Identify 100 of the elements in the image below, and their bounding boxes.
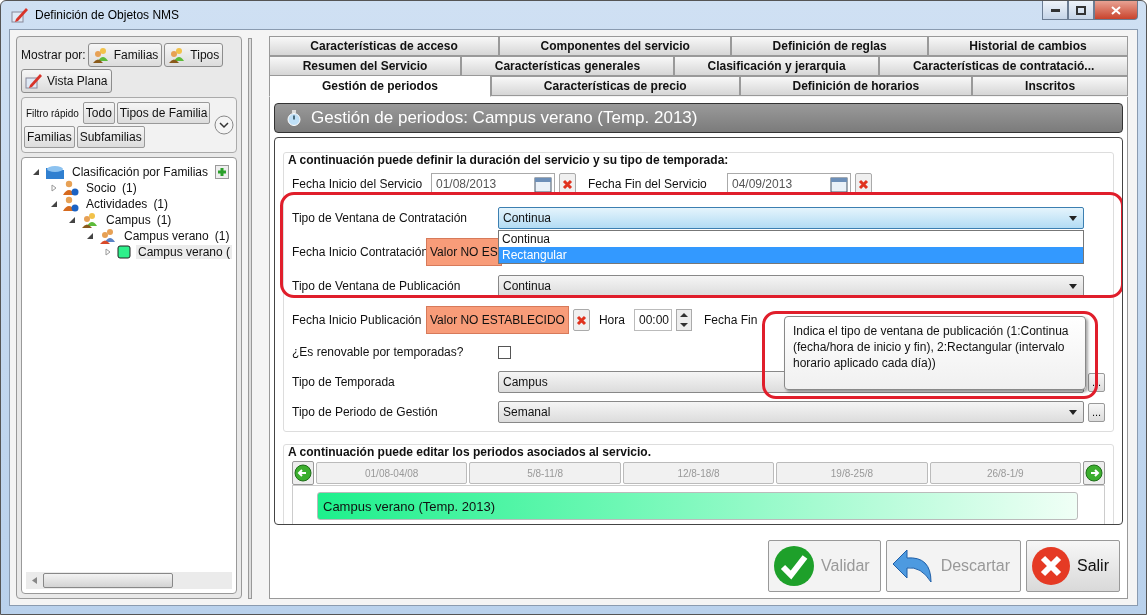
calendar-icon[interactable]	[830, 175, 848, 193]
period-column-header: 26/8-1/9	[929, 462, 1082, 484]
field-label: Tipo de Ventana de Contratación	[292, 211, 468, 225]
expanded-arrow-icon[interactable]	[32, 168, 40, 176]
tab[interactable]: Definición de horarios	[739, 76, 973, 96]
scroll-left-icon[interactable]	[32, 577, 37, 584]
tab[interactable]: Clasificación y jerarquia	[673, 56, 880, 76]
pencil-icon	[25, 73, 43, 89]
period-column-header: 5/8-11/8	[469, 462, 621, 484]
clear-button[interactable]	[572, 309, 590, 331]
date-field[interactable]: 01/08/2013	[431, 173, 555, 195]
dropdown-caret-icon	[1069, 409, 1077, 415]
filter-button[interactable]: Tipos de Familia	[116, 102, 211, 124]
filter-button[interactable]: Todo	[82, 102, 115, 124]
clear-button[interactable]	[559, 173, 576, 195]
view-button[interactable]: Vista Plana	[21, 69, 112, 93]
dropdown-caret-icon	[1069, 283, 1077, 289]
more-button[interactable]: ...	[1088, 402, 1105, 422]
close-icon	[575, 314, 587, 326]
expanded-arrow-icon[interactable]	[86, 232, 94, 240]
tab[interactable]: Historial de cambios	[927, 36, 1129, 56]
section-title: Gestión de periodos: Campus verano (Temp. 2013)	[311, 108, 698, 128]
tree-item[interactable]: Socio (1)	[84, 181, 139, 195]
window-title: Definición de Objetos NMS	[35, 8, 180, 22]
pencil-icon	[11, 7, 29, 23]
close-icon	[1031, 546, 1071, 586]
tab[interactable]: Componentes del servicio	[499, 36, 732, 56]
person-icon	[63, 180, 79, 196]
tab[interactable]: Características de contratació...	[879, 56, 1128, 76]
dropdown[interactable]: Continua	[498, 275, 1084, 297]
next-button[interactable]	[1083, 461, 1106, 485]
close-icon	[1111, 5, 1121, 15]
value-field[interactable]: Valor NO ES	[426, 238, 502, 266]
tree-item[interactable]: Campus verano (1)	[122, 229, 232, 243]
tab[interactable]: Definición de reglas	[731, 36, 928, 56]
maximize-button[interactable]	[1068, 1, 1094, 20]
people-icon	[81, 212, 99, 228]
close-button[interactable]	[1094, 1, 1138, 20]
period-bar[interactable]: Campus verano (Temp. 2013)	[317, 492, 1078, 520]
view-button[interactable]: Familias	[87, 43, 163, 67]
field-label: Tipo de Temporada	[292, 375, 396, 389]
collapsed-arrow-icon[interactable]	[50, 184, 58, 192]
expand-icon[interactable]	[214, 115, 234, 135]
undo-arrow-icon	[890, 548, 935, 584]
tab[interactable]: Inscritos	[972, 76, 1129, 96]
field-label: Fecha Inicio del Servicio	[292, 177, 424, 191]
group-title: A continuación puede definir la duración del servicio y su tipo de temporada:	[286, 153, 731, 167]
close-icon	[562, 178, 573, 190]
view-button[interactable]: Tipos	[164, 43, 224, 67]
field-label: Tipo de Periodo de Gestión	[292, 405, 439, 419]
tooltip: Indica el tipo de ventana de publicación (1:Continua (fecha/hora de inicio y fin), 2:Rectangular (intervalo horario aplicado cada día))	[784, 316, 1086, 390]
field-label: Fecha Fin	[703, 313, 758, 327]
people-icon	[91, 47, 110, 63]
tree-item[interactable]: Actividades (1)	[84, 197, 171, 211]
group-title: A continuación puede editar los periodos asociados al servicio.	[286, 445, 653, 459]
tree-item[interactable]: Campus (1)	[104, 213, 174, 227]
date-field[interactable]: 04/09/2013	[727, 173, 851, 195]
action-button[interactable]: Salir	[1026, 540, 1120, 592]
tab[interactable]: Características generales	[461, 56, 674, 76]
value-field[interactable]: Valor NO ESTABLECIDO	[426, 306, 569, 334]
time-label: Hora	[598, 313, 625, 327]
expanded-arrow-icon[interactable]	[50, 200, 58, 208]
tab[interactable]: Gestión de periodos	[269, 75, 491, 97]
close-icon	[858, 178, 869, 190]
tab[interactable]: Características de precio	[490, 76, 740, 96]
checkmark-icon	[773, 545, 815, 587]
horizontal-scrollbar[interactable]	[26, 572, 232, 589]
maximize-icon	[1076, 5, 1086, 15]
calendar-icon[interactable]	[534, 175, 552, 193]
dropdown-caret-icon	[1069, 215, 1077, 221]
folder-icon	[45, 164, 65, 180]
tab[interactable]: Resumen del Servicio	[269, 56, 462, 76]
people-icon	[99, 228, 117, 244]
spinner-icon[interactable]	[675, 309, 692, 331]
period-column-header: 19/8-25/8	[776, 462, 928, 484]
time-field[interactable]: 00:00	[633, 309, 672, 331]
tab[interactable]: Características de acceso	[269, 36, 500, 56]
filter-button[interactable]: Subfamilias	[76, 126, 145, 148]
quick-filter-label: Filtro rápido	[25, 107, 80, 119]
dropdown-option[interactable]: Continua	[499, 231, 1083, 247]
minimize-button[interactable]	[1042, 1, 1068, 20]
field-label: ¿Es renovable por temporadas?	[292, 345, 465, 359]
tree-item[interactable]: Clasificación por Familias	[70, 165, 211, 179]
previous-button[interactable]	[292, 461, 314, 485]
period-column-header: 12/8-18/8	[622, 462, 775, 484]
add-icon[interactable]	[215, 165, 230, 179]
collapsed-arrow-icon[interactable]	[104, 248, 112, 256]
stopwatch-icon	[287, 110, 301, 126]
tree-item[interactable]: Campus verano (	[136, 245, 233, 259]
square-icon	[117, 245, 131, 259]
checkbox[interactable]	[498, 345, 511, 359]
people-icon	[168, 47, 187, 63]
field-label: Fecha Fin del Servicio	[588, 177, 708, 191]
dropdown[interactable]: Semanal	[498, 401, 1084, 423]
field-label: Fecha Inicio Publicación	[292, 313, 422, 327]
period-column-header: 01/08-04/08	[316, 462, 468, 484]
filter-button[interactable]: Familias	[24, 126, 75, 148]
expanded-arrow-icon[interactable]	[68, 216, 76, 224]
clear-button[interactable]	[855, 173, 872, 195]
person-icon	[63, 196, 79, 212]
